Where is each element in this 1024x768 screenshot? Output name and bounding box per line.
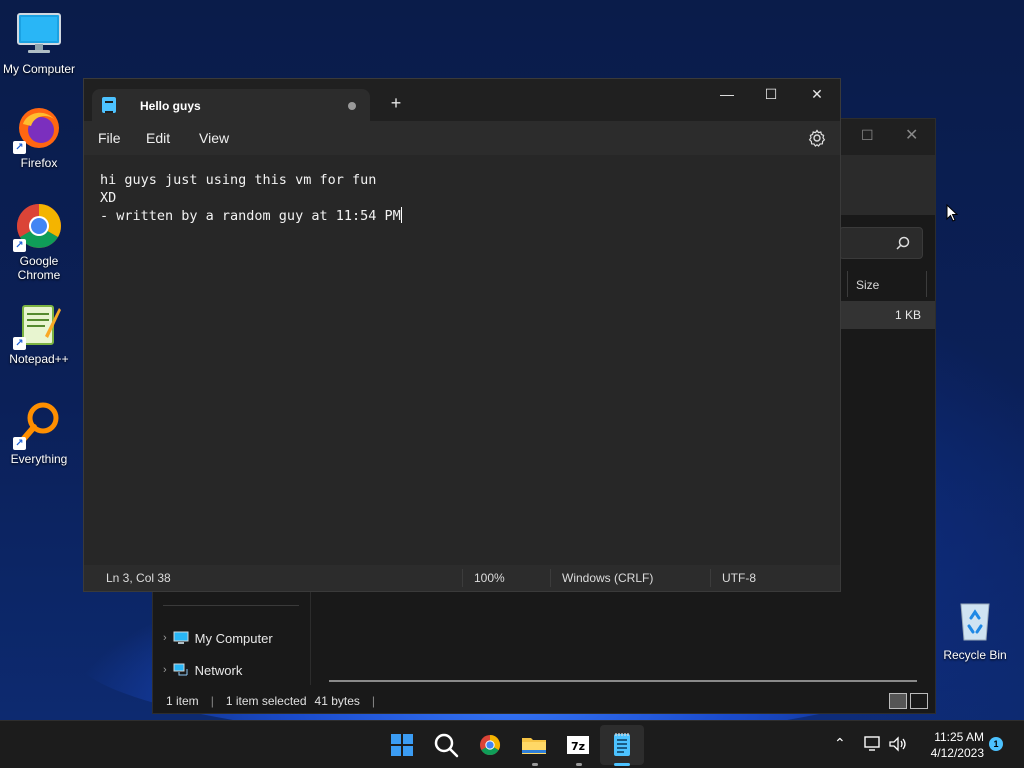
desktop-icon-label: My Computer — [2, 62, 76, 76]
search-icon[interactable] — [430, 729, 462, 761]
maximize-button[interactable]: ☐ — [748, 79, 794, 111]
settings-gear-icon[interactable] — [808, 129, 826, 147]
start-icon[interactable] — [386, 729, 418, 761]
taskbar: 7z ⌃ 11:25 AM 4/12/2023 1 — [0, 720, 1024, 768]
editor-line-current: - written by a random guy at 11:54 PM — [100, 207, 840, 225]
tiles-view-icon[interactable] — [910, 693, 928, 709]
nav-item-network[interactable]: › Network — [163, 659, 242, 681]
status-encoding[interactable]: UTF-8 — [722, 571, 756, 585]
chevron-up-icon[interactable]: ⌃ — [834, 735, 846, 752]
status-bytes: 41 bytes — [314, 694, 360, 708]
text-editor[interactable]: hi guys just using this vm for fun XD - wr… — [84, 155, 840, 565]
mouse-cursor-icon — [946, 204, 958, 222]
status-separator — [710, 569, 711, 587]
network-icon — [173, 663, 188, 676]
desktop-icon-label: Recycle Bin — [943, 648, 1007, 662]
status-selected: 1 item selected — [225, 694, 307, 708]
desktop-icon-label: Notepad++ — [9, 352, 69, 366]
monitor-icon — [173, 631, 189, 644]
monitor-icon — [15, 10, 63, 58]
column-header-size[interactable]: Size — [847, 271, 927, 297]
notepad-tab[interactable]: Hello guys — [92, 89, 370, 121]
notification-badge[interactable]: 1 — [989, 737, 1003, 751]
notepad-status-bar: Ln 3, Col 38 100% Windows (CRLF) UTF-8 — [84, 565, 840, 591]
nav-item-label: Network — [194, 662, 243, 678]
desktop-icon-label: Firefox — [20, 156, 58, 170]
speaker-icon[interactable] — [888, 735, 908, 753]
editor-line: hi guys just using this vm for fun — [100, 172, 377, 188]
details-view-icon[interactable] — [889, 693, 907, 709]
taskbar-clock[interactable]: 11:25 AM 4/12/2023 — [912, 729, 984, 761]
nav-divider — [163, 605, 299, 606]
desktop-icon-recycle-bin[interactable]: Recycle Bin — [936, 596, 1014, 662]
tab-title: Hello guys — [140, 99, 201, 113]
explorer-search-box[interactable] — [839, 227, 923, 259]
desktop-icon-my-computer[interactable]: My Computer — [0, 10, 78, 76]
status-item-count: 1 item — [166, 694, 199, 708]
editor-line: XD — [100, 190, 117, 206]
horizontal-scrollbar[interactable] — [329, 680, 917, 682]
notepad-titlebar[interactable]: Hello guys + — ☐ ✕ — [84, 79, 840, 121]
shortcut-arrow-icon: ↗ — [13, 141, 26, 154]
menu-view[interactable]: View — [199, 130, 229, 146]
text-caret — [400, 207, 402, 223]
explorer-close-button[interactable]: ✕ — [905, 125, 918, 145]
shortcut-arrow-icon: ↗ — [13, 437, 26, 450]
editor-line-text: - written by a random guy at 11:54 PM — [100, 208, 401, 224]
notepad-menubar: File Edit View — [84, 121, 840, 155]
new-tab-button[interactable]: + — [386, 93, 406, 113]
status-separator — [550, 569, 551, 587]
status-zoom[interactable]: 100% — [474, 571, 505, 585]
7zip-icon[interactable]: 7z — [562, 729, 594, 761]
desktop-icon-chrome[interactable]: ↗ Google Chrome — [0, 202, 78, 282]
status-divider: | — [210, 694, 214, 708]
shortcut-arrow-icon: ↗ — [13, 239, 26, 252]
explorer-maximize-button[interactable]: ☐ — [861, 127, 874, 144]
chevron-right-icon: › — [163, 632, 167, 644]
nav-item-label: My Computer — [194, 630, 273, 646]
svg-text:7z: 7z — [571, 740, 585, 753]
running-indicator — [532, 763, 538, 766]
notepadpp-icon: ↗ — [13, 300, 63, 350]
status-divider: | — [371, 694, 376, 708]
desktop-icon-firefox[interactable]: ↗ Firefox — [0, 104, 78, 170]
desktop-icon-label: Google Chrome — [17, 254, 61, 282]
desktop-icon-notepadpp[interactable]: ↗ Notepad++ — [0, 300, 78, 366]
file-row-size[interactable]: 1 KB — [839, 301, 935, 329]
status-separator — [462, 569, 463, 587]
view-toggle — [889, 693, 928, 709]
everything-icon: ↗ — [13, 400, 63, 450]
notepad-icon — [102, 97, 116, 113]
running-indicator — [576, 763, 582, 766]
firefox-icon: ↗ — [13, 104, 63, 154]
nav-item-my-computer[interactable]: › My Computer — [163, 627, 273, 649]
unsaved-indicator-icon[interactable] — [348, 102, 356, 110]
clock-date: 4/12/2023 — [930, 746, 984, 760]
menu-file[interactable]: File — [98, 130, 121, 146]
recycle-bin-icon — [951, 596, 999, 644]
chrome-icon[interactable] — [474, 729, 506, 761]
minimize-button[interactable]: — — [704, 79, 750, 111]
notepad-icon[interactable] — [606, 729, 638, 761]
explorer-navigation-pane: › My Computer › Network — [153, 589, 311, 685]
explorer-status-bar: 1 item | 1 item selected 41 bytes | — [153, 687, 935, 715]
shortcut-arrow-icon: ↗ — [13, 337, 26, 350]
desktop-icon-label: Everything — [10, 452, 68, 466]
search-icon — [896, 236, 910, 250]
active-indicator — [614, 763, 630, 766]
network-icon[interactable] — [863, 735, 881, 753]
close-button[interactable]: ✕ — [794, 79, 840, 111]
status-cursor-position: Ln 3, Col 38 — [106, 571, 171, 585]
chevron-right-icon: › — [163, 664, 167, 676]
menu-edit[interactable]: Edit — [146, 130, 170, 146]
desktop-icon-everything[interactable]: ↗ Everything — [0, 400, 78, 466]
clock-time: 11:25 AM — [934, 730, 984, 744]
status-line-ending[interactable]: Windows (CRLF) — [562, 571, 653, 585]
file-explorer-icon[interactable] — [518, 729, 550, 761]
chrome-icon: ↗ — [13, 202, 63, 252]
notepad-window[interactable]: Hello guys + — ☐ ✕ File Edit View hi guy… — [83, 78, 841, 592]
